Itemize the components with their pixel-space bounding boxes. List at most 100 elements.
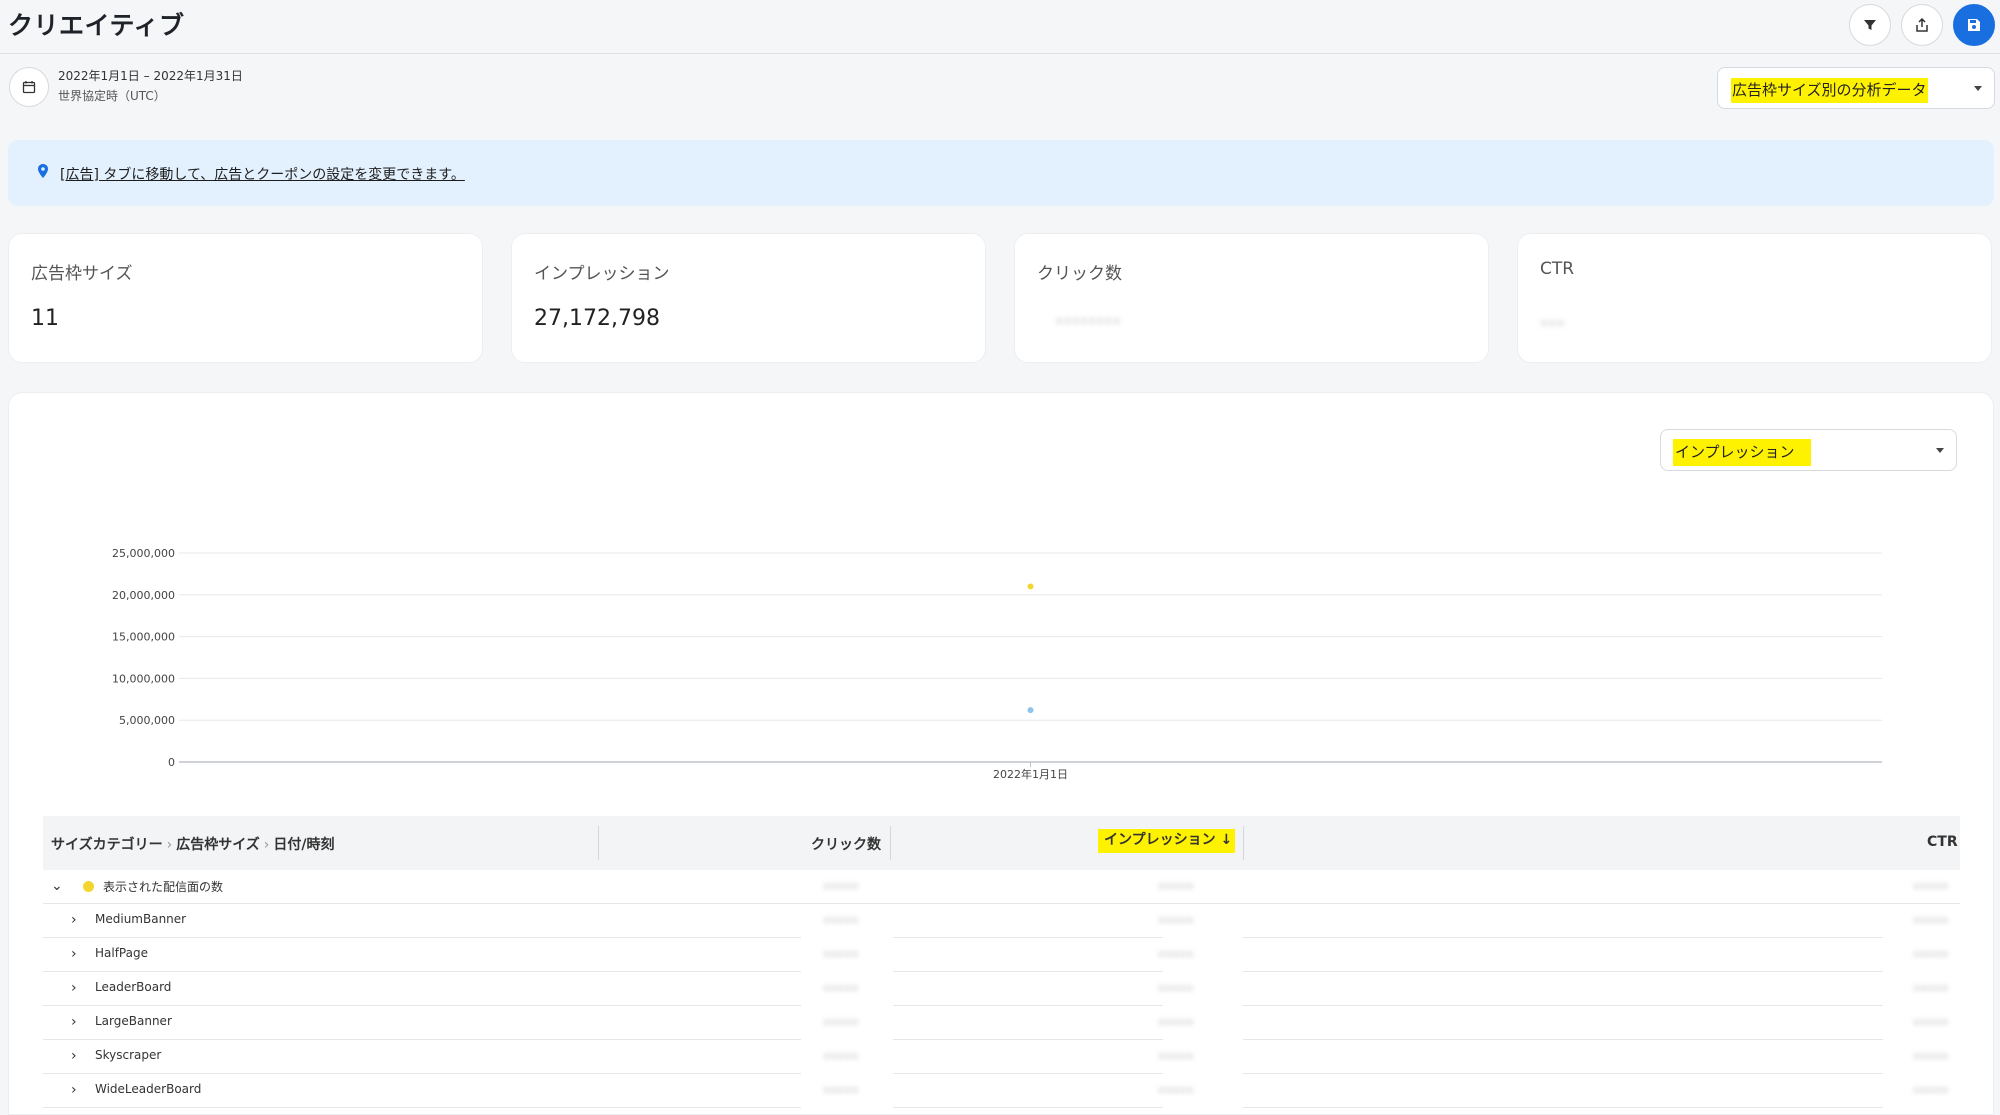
stat-value-blurred: ••••••••	[1055, 314, 1122, 330]
column-divider	[1243, 826, 1244, 860]
filter-icon	[1864, 20, 1876, 30]
y-tick-label: 20,000,000	[112, 589, 175, 602]
y-tick-label: 10,000,000	[112, 672, 175, 685]
save-button[interactable]	[1953, 4, 1995, 46]
share-button[interactable]	[1901, 4, 1943, 46]
cell-impressions: •••••	[1158, 1016, 1194, 1030]
row-label: WideLeaderBoard	[95, 1082, 202, 1096]
data-point-series-1[interactable]	[1027, 583, 1034, 590]
chevron-right-icon[interactable]: ›	[71, 912, 77, 928]
page-title: クリエイティブ	[8, 11, 185, 40]
chevron-right-icon[interactable]: ›	[71, 1014, 77, 1030]
table-row[interactable]: › Skyscraper ••••• ••••• •••••	[43, 1040, 1960, 1074]
table-group-row[interactable]: ⌄ 表示された配信面の数 ••••• ••••• •••••	[43, 870, 1960, 904]
pin-icon	[38, 164, 48, 178]
row-label: Skyscraper	[95, 1048, 162, 1062]
breadcrumb-separator-icon: ›	[263, 837, 270, 853]
stat-label: クリック数	[1037, 264, 1122, 284]
report-type-selected: 広告枠サイズ別の分析データ	[1731, 78, 1928, 103]
stat-label: 広告枠サイズ	[31, 264, 133, 284]
group-label: 表示された配信面の数	[103, 880, 224, 894]
stat-card-ctr: CTR •••	[1517, 233, 1992, 363]
cell-impressions: •••••	[1158, 880, 1194, 894]
chevron-down-icon[interactable]: ⌄	[51, 878, 63, 894]
chevron-right-icon[interactable]: ›	[71, 1082, 77, 1098]
date-filter-row: 2022年1月1日 – 2022年1月31日 世界協定時（UTC） 広告枠サイズ…	[0, 55, 2000, 139]
column-header-impressions[interactable]: インプレッション ↓	[1098, 829, 1236, 853]
column-divider	[890, 826, 891, 860]
cell-impressions: •••••	[1158, 914, 1194, 928]
impressions-chart: 25,000,000 20,000,000 15,000,000 10,000,000…	[112, 547, 1882, 781]
filter-button[interactable]	[1849, 4, 1891, 46]
share-icon	[1916, 17, 1928, 32]
cell-impressions: •••••	[1158, 948, 1194, 962]
y-tick-label: 15,000,000	[112, 631, 175, 644]
breadcrumb: サイズカテゴリー › 広告枠サイズ › 日付/時刻	[51, 834, 335, 854]
stat-value-blurred: •••	[1540, 316, 1565, 332]
cell-clicks: •••••	[823, 1016, 859, 1030]
calendar-icon	[22, 81, 36, 94]
table-row[interactable]: › HalfPage ••••• ••••• •••••	[43, 938, 1960, 972]
y-tick-label: 25,000,000	[112, 547, 175, 560]
column-header-impressions-label: インプレッション ↓	[1098, 829, 1236, 853]
cell-ctr: •••••	[1913, 1084, 1949, 1098]
chart-card: インプレッション 25,000,000 20,000,000 15,000,000 1…	[8, 392, 1994, 1115]
table-row[interactable]: › LeaderBoard ••••• ••••• •••••	[43, 972, 1960, 1006]
cell-clicks: •••••	[823, 1050, 859, 1064]
y-tick-label: 5,000,000	[119, 714, 175, 727]
x-tick-label: 2022年1月1日	[993, 767, 1068, 781]
row-label: MediumBanner	[95, 912, 187, 926]
stat-value: 11	[31, 306, 59, 331]
column-divider	[598, 826, 599, 860]
cell-clicks: •••••	[823, 1084, 859, 1098]
stat-card-impressions: インプレッション 27,172,798	[511, 233, 986, 363]
row-divider	[893, 1107, 1163, 1108]
series-color-dot	[83, 881, 94, 892]
data-point-series-2[interactable]	[1027, 707, 1034, 714]
chevron-right-icon[interactable]: ›	[71, 980, 77, 996]
table-header: サイズカテゴリー › 広告枠サイズ › 日付/時刻 クリック数 インプレッション ↓ C…	[43, 816, 1960, 870]
cell-impressions: •••••	[1158, 982, 1194, 996]
timezone-text: 世界協定時（UTC）	[58, 89, 166, 103]
breadcrumb-date-time[interactable]: 日付/時刻	[273, 837, 334, 853]
cell-clicks: •••••	[823, 914, 859, 928]
cell-clicks: •••••	[823, 982, 859, 996]
page-header: クリエイティブ	[0, 0, 2000, 54]
breadcrumb-size-category[interactable]: サイズカテゴリー	[51, 837, 163, 853]
save-icon	[1968, 19, 1980, 31]
cell-clicks: •••••	[823, 948, 859, 962]
stat-value: 27,172,798	[534, 306, 660, 331]
row-divider	[43, 1107, 801, 1108]
date-picker-button[interactable]	[9, 67, 49, 107]
table-row[interactable]: › WideLeaderBoard ••••• ••••• •••••	[43, 1074, 1960, 1108]
cell-ctr: •••••	[1913, 948, 1949, 962]
chevron-right-icon[interactable]: ›	[71, 1048, 77, 1064]
row-label: HalfPage	[95, 946, 148, 960]
row-divider	[1243, 1107, 1883, 1108]
row-label: LargeBanner	[95, 1014, 172, 1028]
cell-ctr: •••••	[1913, 1050, 1949, 1064]
stat-label: CTR	[1540, 259, 1575, 279]
breadcrumb-ad-size[interactable]: 広告枠サイズ	[176, 837, 260, 853]
chevron-right-icon[interactable]: ›	[71, 946, 77, 962]
report-type-select[interactable]: 広告枠サイズ別の分析データ	[1717, 67, 1995, 109]
column-header-clicks[interactable]: クリック数	[811, 834, 881, 854]
info-banner: [広告] タブに移動して、広告とクーポンの設定を変更できます。	[8, 140, 1994, 206]
table-row[interactable]: › LargeBanner ••••• ••••• •••••	[43, 1006, 1960, 1040]
stat-card-clicks: クリック数 ••••••••	[1014, 233, 1489, 363]
chevron-down-icon	[1974, 86, 1982, 91]
table-row[interactable]: › MediumBanner ••••• ••••• •••••	[43, 904, 1960, 938]
cell-ctr: •••••	[1913, 1016, 1949, 1030]
cell-ctr: •••••	[1913, 880, 1949, 894]
cell-ctr: •••••	[1913, 982, 1949, 996]
stat-card-ad-size: 広告枠サイズ 11	[8, 233, 483, 363]
date-range-text: 2022年1月1日 – 2022年1月31日	[58, 69, 243, 83]
cell-impressions: •••••	[1158, 1084, 1194, 1098]
row-label: LeaderBoard	[95, 980, 172, 994]
cell-ctr: •••••	[1913, 914, 1949, 928]
y-tick-label: 0	[168, 756, 175, 769]
ads-tab-link[interactable]: [広告] タブに移動して、広告とクーポンの設定を変更できます。	[60, 164, 465, 184]
cell-clicks: •••••	[823, 880, 859, 894]
cell-impressions: •••••	[1158, 1050, 1194, 1064]
column-header-ctr[interactable]: CTR	[1927, 834, 1958, 850]
